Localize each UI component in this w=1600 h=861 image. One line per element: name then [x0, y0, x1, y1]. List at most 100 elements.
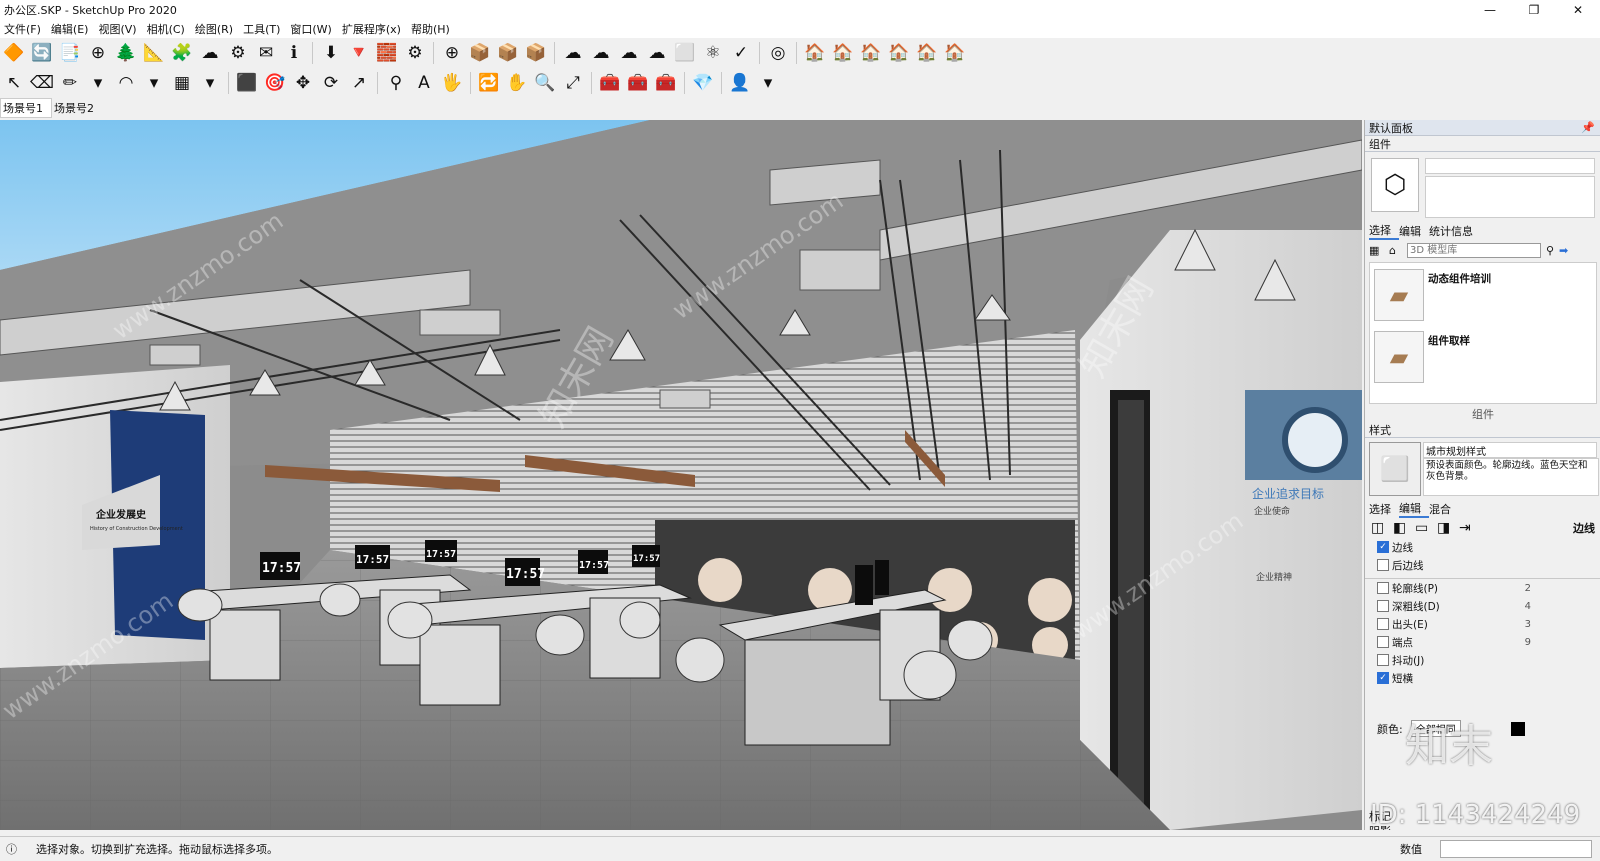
main-tool-icon[interactable]: 📦: [495, 40, 521, 66]
edge-option-value[interactable]: 4: [1525, 601, 1600, 612]
measurements-field[interactable]: [1440, 840, 1592, 858]
main-tool-icon[interactable]: 🏠: [858, 40, 884, 66]
edge-option-row[interactable]: ✓ 边线: [1365, 538, 1600, 556]
drawing-tool-icon[interactable]: 💎: [690, 70, 716, 96]
main-tool-icon[interactable]: ⊕: [85, 40, 111, 66]
style-tab-edit[interactable]: 编辑: [1399, 500, 1429, 518]
drawing-tool-icon[interactable]: ▾: [141, 70, 167, 96]
edge-option-row[interactable]: 端点 9: [1365, 633, 1600, 651]
edge-checkbox[interactable]: [1377, 582, 1389, 594]
styles-header[interactable]: 样式: [1365, 422, 1600, 438]
drawing-tool-icon[interactable]: ⌫: [29, 70, 55, 96]
tab-statistics[interactable]: 统计信息: [1429, 223, 1481, 239]
main-tool-icon[interactable]: ⚙: [402, 40, 428, 66]
menu-edit[interactable]: 编辑(E): [47, 21, 95, 37]
drawing-tool-icon[interactable]: ▾: [197, 70, 223, 96]
drawing-tool-icon[interactable]: ⟳: [318, 70, 344, 96]
edge-checkbox[interactable]: [1377, 559, 1389, 571]
main-tool-icon[interactable]: 🔄: [29, 40, 55, 66]
edge-option-row[interactable]: 轮廓线(P) 2: [1365, 578, 1600, 597]
drawing-tool-icon[interactable]: ◠: [113, 70, 139, 96]
main-tool-icon[interactable]: ⚙: [225, 40, 251, 66]
model-viewport[interactable]: 企业追求目标 企业使命 企业精神 企业发展史 History of Constr…: [0, 120, 1362, 830]
info-icon[interactable]: ⓘ: [0, 841, 22, 857]
drawing-tool-icon[interactable]: 👤: [727, 70, 753, 96]
main-tool-icon[interactable]: 🏠: [942, 40, 968, 66]
menu-camera[interactable]: 相机(C): [143, 21, 191, 37]
drawing-tool-icon[interactable]: ▾: [85, 70, 111, 96]
style-description[interactable]: 预设表面颜色。轮廓边线。蓝色天空和灰色背景。: [1423, 458, 1599, 496]
main-tool-icon[interactable]: 🏠: [802, 40, 828, 66]
drawing-tool-icon[interactable]: 🧰: [625, 70, 651, 96]
menu-window[interactable]: 窗口(W): [286, 21, 337, 37]
style-name[interactable]: 城市规划样式: [1423, 442, 1597, 458]
edge-checkbox[interactable]: ✓: [1377, 672, 1389, 684]
edge-checkbox[interactable]: [1377, 618, 1389, 630]
edge-option-row[interactable]: ✓ 短横: [1365, 669, 1600, 687]
drawing-tool-icon[interactable]: A: [411, 70, 437, 96]
drawing-tool-icon[interactable]: ✋: [504, 70, 530, 96]
drawing-tool-icon[interactable]: ⚲: [383, 70, 409, 96]
edge-settings-icon[interactable]: ◫: [1371, 520, 1393, 536]
component-search-input[interactable]: [1407, 242, 1541, 258]
face-settings-icon[interactable]: ◧: [1393, 520, 1415, 536]
edge-option-row[interactable]: 深粗线(D) 4: [1365, 597, 1600, 615]
main-tool-icon[interactable]: ☁: [588, 40, 614, 66]
main-tool-icon[interactable]: ⬇: [318, 40, 344, 66]
main-tool-icon[interactable]: 📐: [141, 40, 167, 66]
color-swatch[interactable]: [1510, 721, 1525, 736]
tab-select[interactable]: 选择: [1369, 222, 1399, 240]
drawing-tool-icon[interactable]: 🧰: [597, 70, 623, 96]
main-tool-icon[interactable]: ☁: [197, 40, 223, 66]
main-tool-icon[interactable]: 🏠: [914, 40, 940, 66]
main-tool-icon[interactable]: 🌲: [113, 40, 139, 66]
scene-tab-1[interactable]: 场景号1: [0, 98, 52, 118]
tab-edit[interactable]: 编辑: [1399, 223, 1429, 239]
main-tool-icon[interactable]: 📑: [57, 40, 83, 66]
main-tool-icon[interactable]: ✉: [253, 40, 279, 66]
main-tool-icon[interactable]: ☁: [644, 40, 670, 66]
background-settings-icon[interactable]: ▭: [1415, 520, 1437, 536]
component-name-field[interactable]: [1425, 158, 1595, 174]
component-item-1[interactable]: 动态组件培训: [1428, 271, 1491, 286]
edge-option-value[interactable]: 9: [1525, 637, 1600, 648]
menu-extensions[interactable]: 扩展程序(x): [338, 21, 407, 37]
search-icon[interactable]: ⚲: [1541, 244, 1559, 257]
edge-option-value[interactable]: 3: [1525, 619, 1600, 630]
drawing-tool-icon[interactable]: 🎯: [262, 70, 288, 96]
drawing-tool-icon[interactable]: ✥: [290, 70, 316, 96]
component-desc-field[interactable]: [1425, 176, 1595, 218]
main-tool-icon[interactable]: ☁: [560, 40, 586, 66]
main-tool-icon[interactable]: 🏠: [886, 40, 912, 66]
edge-option-value[interactable]: 2: [1525, 583, 1600, 594]
menu-draw[interactable]: 绘图(R): [191, 21, 239, 37]
drawing-tool-icon[interactable]: ⬛: [234, 70, 260, 96]
component-item-2[interactable]: 组件取样: [1428, 333, 1470, 348]
drawing-tool-icon[interactable]: ▾: [755, 70, 781, 96]
scene-tab-2[interactable]: 场景号2: [52, 99, 102, 117]
main-tool-icon[interactable]: ✓: [728, 40, 754, 66]
edge-option-row[interactable]: 后边线: [1365, 556, 1600, 574]
menu-view[interactable]: 视图(V): [94, 21, 142, 37]
watermark-settings-icon[interactable]: ◨: [1437, 520, 1459, 536]
drawing-tool-icon[interactable]: 🔁: [476, 70, 502, 96]
drawing-tool-icon[interactable]: ✏: [57, 70, 83, 96]
main-tool-icon[interactable]: 🧩: [169, 40, 195, 66]
edge-checkbox[interactable]: [1377, 654, 1389, 666]
edge-checkbox[interactable]: [1377, 600, 1389, 612]
minimize-button[interactable]: —: [1468, 0, 1512, 20]
style-tab-mix[interactable]: 混合: [1429, 501, 1459, 517]
tray-pin-icon[interactable]: 📌: [1581, 121, 1600, 134]
drawing-tool-icon[interactable]: ↖: [1, 70, 27, 96]
main-tool-icon[interactable]: ◎: [765, 40, 791, 66]
edge-option-row[interactable]: 出头(E) 3: [1365, 615, 1600, 633]
menu-tools[interactable]: 工具(T): [239, 21, 286, 37]
main-tool-icon[interactable]: 🔶: [1, 40, 27, 66]
modeling-settings-icon[interactable]: ⇥: [1459, 520, 1481, 536]
main-tool-icon[interactable]: ℹ: [281, 40, 307, 66]
view-options-icon[interactable]: ▦: [1369, 244, 1389, 257]
drawing-tool-icon[interactable]: ↗: [346, 70, 372, 96]
style-tab-select[interactable]: 选择: [1369, 501, 1399, 517]
maximize-button[interactable]: ❐: [1512, 0, 1556, 20]
components-header[interactable]: 组件: [1365, 136, 1600, 152]
